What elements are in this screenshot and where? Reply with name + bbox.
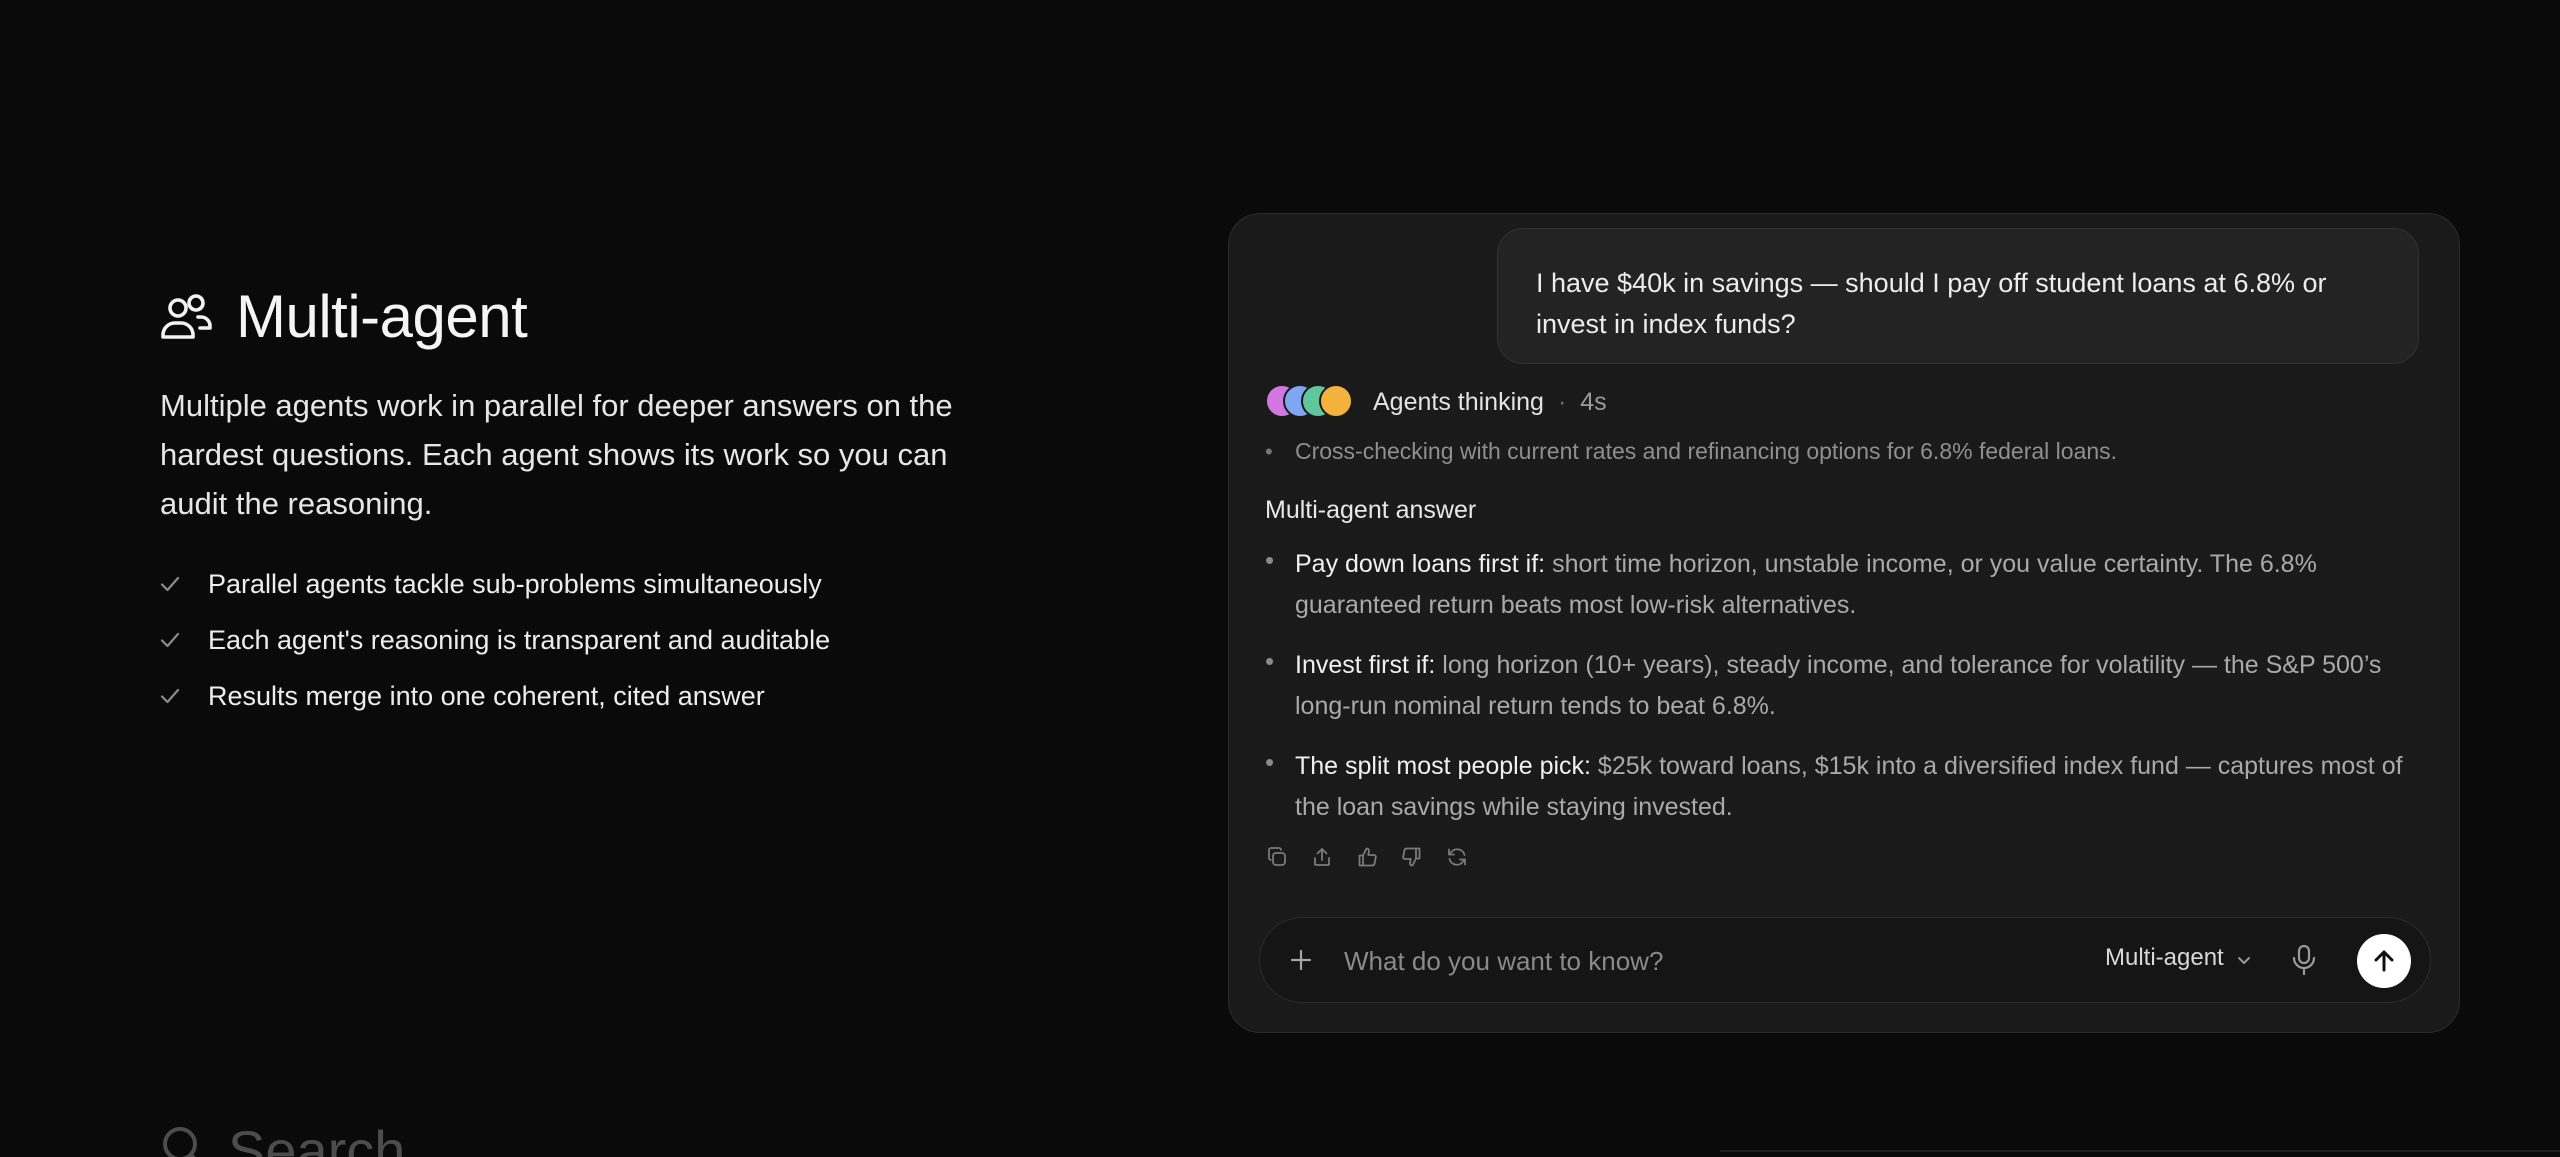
send-button[interactable]	[2357, 934, 2411, 988]
search-icon	[160, 1118, 206, 1157]
next-feature-header: Search	[160, 1118, 405, 1157]
checkmark-icon	[160, 688, 208, 704]
add-attachment-icon[interactable]	[1288, 947, 1314, 978]
microphone-icon[interactable]	[2291, 944, 2317, 981]
feature-title: Multi-agent	[236, 283, 528, 350]
next-card-edge	[1720, 1150, 2560, 1152]
answer-point: Pay down loans first if: short time hori…	[1265, 540, 2435, 626]
agents-status: Agents thinking · 4s	[1265, 384, 1607, 420]
checkmark-icon	[160, 576, 208, 592]
answer-point-lead: Pay down loans first if:	[1295, 550, 1546, 578]
feature-bullet-text: Each agent's reasoning is transparent an…	[208, 624, 831, 655]
answer-heading: Multi-agent answer	[1265, 496, 1477, 524]
regenerate-icon[interactable]	[1445, 845, 1469, 869]
elapsed-time: 4s	[1580, 387, 1607, 416]
chat-composer: Multi-agent	[1259, 917, 2431, 1003]
mode-selector-label: Multi-agent	[2105, 944, 2224, 971]
message-actions	[1265, 845, 1469, 869]
feature-description: Multiple agents work in parallel for dee…	[160, 388, 953, 521]
feature-header: Multi-agent	[160, 282, 1020, 351]
status-separator: ·	[1557, 387, 1567, 416]
chevron-down-icon	[2236, 944, 2252, 972]
feature-bullet: Results merge into one coherent, cited a…	[160, 668, 1020, 724]
feature-bullet: Parallel agents tackle sub-problems simu…	[160, 556, 1020, 612]
answer-point-lead: Invest first if:	[1295, 651, 1436, 679]
copy-icon[interactable]	[1265, 845, 1289, 869]
answer-list: Pay down loans first if: short time hori…	[1265, 540, 2435, 847]
page: Multi-agent Multiple agents work in para…	[0, 0, 2560, 1157]
feature-section: Multi-agent Multiple agents work in para…	[160, 282, 1020, 724]
feature-bullet-text: Parallel agents tackle sub-problems simu…	[208, 568, 822, 599]
feature-bullet-text: Results merge into one coherent, cited a…	[208, 680, 765, 711]
bullet-dot-icon: •	[1265, 438, 1273, 464]
chat-demo-card: I have $40k in savings — should I pay of…	[1228, 213, 2460, 1033]
answer-point: The split most people pick: $25k toward …	[1265, 742, 2435, 828]
next-feature-title: Search	[228, 1119, 406, 1157]
user-message-bubble: I have $40k in savings — should I pay of…	[1497, 228, 2419, 364]
thumbs-down-icon[interactable]	[1400, 845, 1424, 869]
arrow-up-icon	[2374, 950, 2394, 972]
agent-avatar	[1319, 384, 1353, 418]
feature-bullets: Parallel agents tackle sub-problems simu…	[160, 556, 1020, 724]
share-icon[interactable]	[1310, 845, 1334, 869]
users-icon	[160, 293, 212, 341]
agent-thought-text: Cross-checking with current rates and re…	[1295, 438, 2118, 464]
answer-point: Invest first if: long horizon (10+ years…	[1265, 641, 2435, 727]
mode-selector[interactable]: Multi-agent	[2105, 944, 2252, 972]
chat-input[interactable]	[1344, 936, 2044, 986]
feature-bullet: Each agent's reasoning is transparent an…	[160, 612, 1020, 668]
agents-thinking-label: Agents thinking	[1373, 387, 1544, 416]
agent-avatars	[1265, 384, 1361, 420]
answer-point-text: long horizon (10+ years), steady income,…	[1295, 651, 2382, 720]
thumbs-up-icon[interactable]	[1355, 845, 1379, 869]
agent-thought: • Cross-checking with current rates and …	[1265, 438, 2117, 465]
checkmark-icon	[160, 632, 208, 648]
answer-point-lead: The split most people pick:	[1295, 752, 1591, 780]
